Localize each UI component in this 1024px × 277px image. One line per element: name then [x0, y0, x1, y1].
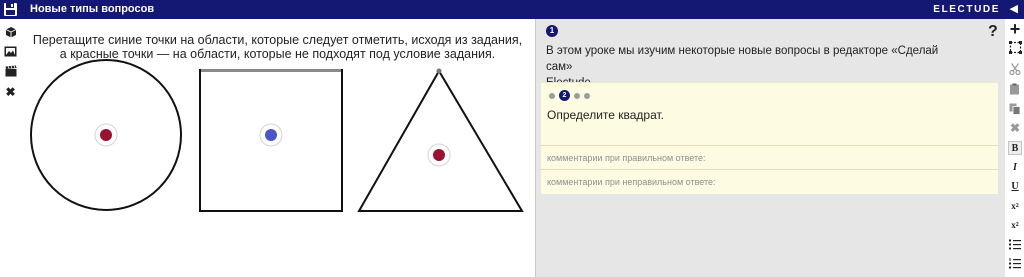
copy-icon[interactable]	[1008, 102, 1022, 116]
question-text[interactable]: Определите квадрат.	[547, 108, 664, 122]
numbered-list-icon[interactable]	[1008, 256, 1022, 270]
save-icon[interactable]	[3, 2, 18, 17]
left-toolbar: ✖	[0, 19, 20, 277]
delete-icon[interactable]: ✖	[1008, 121, 1022, 135]
shapes-canvas	[30, 59, 524, 212]
step-badge[interactable]: 1	[546, 25, 558, 37]
correct-feedback-placeholder: комментарии при правильном ответе:	[547, 153, 706, 163]
subscript-button[interactable]: x2	[1008, 218, 1022, 232]
step-dot-active[interactable]: 2	[559, 90, 570, 101]
window-title: Новые типы вопросов	[30, 3, 155, 15]
paste-icon[interactable]	[1008, 82, 1022, 96]
right-toolbar: + ✖ B I U x2 x2	[1005, 19, 1024, 277]
superscript-mark: 2	[1015, 203, 1019, 209]
hotspot-stage: Перетащите синие точки на области, котор…	[20, 19, 535, 277]
step-dot[interactable]	[574, 92, 580, 99]
bold-button[interactable]: B	[1008, 141, 1022, 155]
bullet-list-icon[interactable]	[1008, 237, 1022, 251]
select-area-icon[interactable]	[1008, 40, 1022, 54]
step-pager: 2	[549, 90, 594, 101]
incorrect-feedback-placeholder: комментарии при неправильном ответе:	[547, 177, 716, 187]
add-icon[interactable]: +	[1008, 20, 1022, 38]
help-icon[interactable]: ?	[988, 23, 998, 41]
image-icon[interactable]	[4, 45, 17, 58]
red-marker[interactable]	[94, 123, 118, 147]
italic-button[interactable]: I	[1008, 160, 1022, 174]
step-dot[interactable]	[584, 92, 590, 99]
title-bar: Новые типы вопросов ELECTUDE ◀	[0, 0, 1024, 19]
intro-line: В этом уроке мы изучим некоторые новые в…	[546, 45, 939, 73]
question-editor-panel: 1 В этом уроке мы изучим некоторые новые…	[536, 19, 1005, 277]
cube-icon[interactable]	[4, 25, 17, 38]
triangle-area[interactable]	[357, 69, 524, 212]
question-card: 2 Определите квадрат. комментарии при пр…	[541, 82, 998, 194]
superscript-button[interactable]: x2	[1008, 199, 1022, 213]
step-dot[interactable]	[549, 92, 555, 99]
red-marker[interactable]	[427, 143, 451, 167]
subscript-mark: 2	[1015, 222, 1019, 228]
collapse-panel-button[interactable]: ◀	[1010, 3, 1018, 16]
close-icon[interactable]: ✖	[4, 85, 17, 99]
triangle-vertex-handle[interactable]	[436, 68, 442, 74]
blue-marker[interactable]	[259, 123, 283, 147]
clapperboard-icon[interactable]	[4, 64, 17, 77]
cut-icon[interactable]	[1008, 62, 1022, 76]
correct-feedback-field[interactable]: комментарии при правильном ответе:	[541, 145, 998, 169]
square-selection-edge	[201, 69, 341, 72]
underline-button[interactable]: U	[1008, 179, 1022, 193]
incorrect-feedback-field[interactable]: комментарии при неправильном ответе:	[541, 169, 998, 193]
brand-logo: ELECTUDE	[933, 4, 1000, 15]
